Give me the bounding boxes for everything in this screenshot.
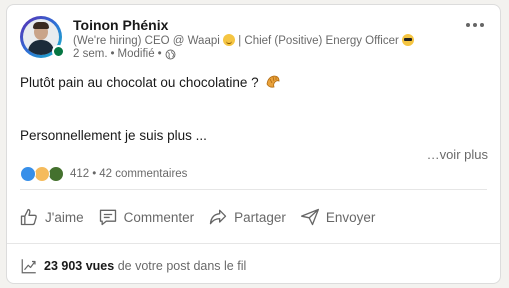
social-counts[interactable]: 412 • 42 commentaires bbox=[20, 166, 187, 182]
comment-icon bbox=[99, 209, 116, 226]
views-label: vues bbox=[85, 259, 115, 273]
post-text-question: Plutôt pain au chocolat ou chocolatine ? bbox=[20, 74, 259, 90]
meta-separator: • bbox=[157, 48, 162, 60]
smile-emoji-icon bbox=[223, 34, 235, 46]
like-button[interactable]: J'aime bbox=[13, 201, 90, 233]
share-label: Partager bbox=[234, 209, 286, 225]
see-more-link[interactable]: …voir plus bbox=[427, 147, 488, 162]
counts-separator: • bbox=[92, 168, 97, 180]
author-name[interactable]: Toinon Phénix bbox=[73, 17, 168, 33]
thumbs-up-icon bbox=[20, 208, 37, 226]
meta-separator: • bbox=[110, 48, 115, 60]
insightful-reaction-icon bbox=[34, 166, 50, 182]
post-card: Toinon Phénix (We're hiring) CEO @ Waapi… bbox=[6, 4, 501, 284]
post-meta: 2 sem. • Modifié • bbox=[73, 48, 176, 60]
comment-label: Commenter bbox=[123, 209, 195, 225]
comment-button[interactable]: Commenter bbox=[92, 201, 201, 233]
comments-count[interactable]: 42 commentaires bbox=[99, 168, 187, 180]
online-status-dot bbox=[52, 45, 65, 58]
like-label: J'aime bbox=[45, 209, 84, 225]
globe-icon bbox=[165, 49, 176, 59]
sunglasses-emoji-icon bbox=[402, 34, 415, 46]
like-reaction-icon bbox=[20, 166, 36, 182]
action-bar: J'aime Commenter Partager Envoyer bbox=[13, 201, 383, 233]
dot-icon bbox=[473, 23, 477, 27]
croissant-emoji-icon bbox=[266, 75, 280, 88]
reaction-count[interactable]: 412 bbox=[70, 168, 89, 180]
headline-part-2: | Chief (Positive) Energy Officer bbox=[238, 35, 399, 47]
edited-label: Modifié bbox=[117, 48, 155, 60]
views-count: 23 903 bbox=[44, 259, 83, 273]
send-label: Envoyer bbox=[325, 209, 376, 225]
post-analytics-link[interactable]: 23 903 vues de votre post dans le fil bbox=[20, 257, 246, 275]
divider bbox=[20, 189, 487, 190]
post-time[interactable]: 2 sem. bbox=[73, 48, 108, 60]
dot-icon bbox=[480, 23, 484, 27]
post-text-line-1: Plutôt pain au chocolat ou chocolatine ? bbox=[20, 74, 281, 90]
share-button[interactable]: Partager bbox=[202, 201, 292, 233]
dot-icon bbox=[466, 23, 470, 27]
views-suffix: de votre post dans le fil bbox=[117, 259, 247, 273]
send-icon bbox=[300, 208, 319, 226]
post-text-line-2: Personnellement je suis plus ... bbox=[20, 128, 207, 143]
more-options-button[interactable] bbox=[462, 17, 488, 33]
support-reaction-icon bbox=[48, 166, 64, 182]
divider bbox=[7, 243, 500, 244]
analytics-chart-icon bbox=[21, 259, 36, 274]
share-arrow-icon bbox=[209, 209, 227, 225]
headline-part-1: (We're hiring) CEO @ Waapi bbox=[73, 35, 220, 47]
author-headline: (We're hiring) CEO @ Waapi | Chief (Posi… bbox=[73, 34, 415, 47]
send-button[interactable]: Envoyer bbox=[294, 201, 382, 233]
